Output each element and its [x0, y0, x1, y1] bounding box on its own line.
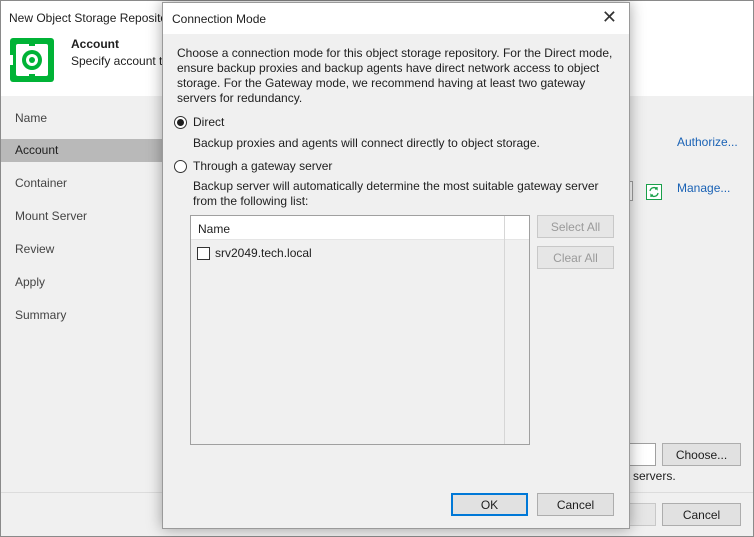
list-item[interactable]: srv2049.tech.local — [197, 246, 312, 260]
wizard-cancel-button[interactable]: Cancel — [662, 503, 741, 526]
gateway-server-list[interactable]: Name srv2049.tech.local — [190, 215, 530, 445]
wizard-nav: Name Account Container Mount Server Revi… — [1, 96, 163, 492]
dialog-titlebar: Connection Mode ✕ — [163, 3, 629, 34]
direct-option[interactable]: Direct — [174, 115, 224, 129]
dialog-title: Connection Mode — [172, 12, 267, 26]
authorize-link[interactable]: Authorize... — [677, 135, 738, 149]
server-checkbox[interactable] — [197, 246, 210, 260]
wizard-step-title: Account — [71, 37, 119, 51]
select-all-button[interactable]: Select All — [537, 215, 614, 238]
choose-button[interactable]: Choose... — [662, 443, 741, 466]
gateway-radio[interactable] — [174, 159, 187, 173]
gateway-option[interactable]: Through a gateway server — [174, 159, 332, 173]
gateway-label[interactable]: Through a gateway server — [193, 159, 332, 173]
manage-link[interactable]: Manage... — [677, 181, 730, 195]
server-name: srv2049.tech.local — [215, 246, 312, 260]
connection-mode-dialog: Connection Mode ✕ Choose a connection mo… — [162, 2, 630, 529]
nav-item-container[interactable]: Container — [1, 172, 163, 195]
gateway-hint: Backup server will automatically determi… — [193, 179, 599, 208]
direct-hint: Backup proxies and agents will connect d… — [193, 136, 540, 150]
nav-item-apply[interactable]: Apply — [1, 271, 163, 294]
nav-item-review[interactable]: Review — [1, 238, 163, 261]
wizard-title: New Object Storage Repository — [9, 11, 178, 25]
list-column-name[interactable]: Name — [198, 222, 230, 236]
close-icon[interactable]: ✕ — [602, 8, 617, 26]
list-column-divider — [504, 216, 505, 444]
veeam-logo-icon — [9, 38, 54, 82]
direct-radio[interactable] — [174, 115, 187, 129]
nav-item-name[interactable]: Name — [1, 107, 163, 130]
ok-button[interactable]: OK — [451, 493, 528, 516]
dialog-description: Choose a connection mode for this object… — [177, 46, 613, 105]
nav-item-account[interactable]: Account — [1, 139, 163, 162]
dialog-cancel-button[interactable]: Cancel — [537, 493, 614, 516]
clear-all-button[interactable]: Clear All — [537, 246, 614, 269]
refresh-icon[interactable] — [646, 184, 662, 200]
nav-item-summary[interactable]: Summary — [1, 304, 163, 327]
list-header: Name — [191, 216, 529, 240]
servers-text: servers. — [633, 469, 676, 483]
direct-label[interactable]: Direct — [193, 115, 224, 129]
nav-item-mount-server[interactable]: Mount Server — [1, 205, 163, 228]
